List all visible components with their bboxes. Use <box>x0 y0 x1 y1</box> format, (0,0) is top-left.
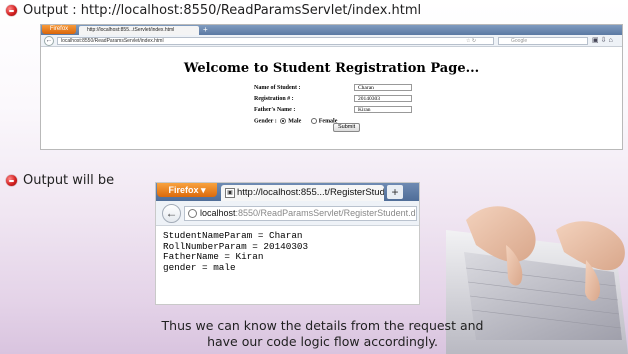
form-browser-screenshot: Firefox http://localhost:855...tServlet/… <box>40 24 623 150</box>
toolbar-icons[interactable]: ▣⇩⌂ <box>592 36 615 46</box>
back-arrow-icon[interactable]: ← <box>162 204 181 223</box>
tab-register-student[interactable]: http://localhost:855...t/RegisterStudent… <box>221 185 384 201</box>
back-arrow-icon[interactable]: ← <box>44 36 54 46</box>
form-page-body: Welcome to Student Registration Page... … <box>41 47 622 149</box>
bullet-icon <box>6 175 17 186</box>
label-father-name: Father's Name : <box>254 107 296 113</box>
registration-field[interactable]: 20140303 <box>354 95 412 102</box>
page-icon: ▣ <box>225 188 235 198</box>
globe-icon <box>188 209 197 218</box>
gender-row: Gender : Male Female <box>254 118 337 124</box>
nav-bar: ← localhost:8550/ReadParamsServlet/Regis… <box>156 201 419 226</box>
search-input[interactable]: Google <box>498 37 588 45</box>
caption-line-2: have our code logic flow accordingly. <box>207 334 438 349</box>
reload-icon[interactable]: ☆ ↻ <box>466 37 476 45</box>
radio-female[interactable] <box>310 118 317 124</box>
new-tab-button[interactable]: + <box>387 185 403 199</box>
new-tab-button[interactable]: + <box>203 25 208 35</box>
output-line: StudentNameParam = Charan <box>163 230 303 241</box>
servlet-output: StudentNameParam = Charan RollNumberPara… <box>156 226 419 278</box>
page-title: Welcome to Student Registration Page... <box>183 61 480 76</box>
url-host: localhost <box>200 208 236 218</box>
address-bar[interactable]: localhost:8550/ReadParamsServlet/Registe… <box>184 206 417 221</box>
father-name-field[interactable]: Kiran <box>354 106 412 113</box>
output-line: FatherName = Kiran <box>163 251 264 262</box>
gender-label: Gender : <box>254 118 277 125</box>
bullet-text: Output : http://localhost:8550/ReadParam… <box>23 3 422 18</box>
student-name-field[interactable]: Charan <box>354 84 412 91</box>
bullet-output-will-be: Output will be <box>6 173 114 188</box>
caption-line-1: Thus we can know the details from the re… <box>161 318 484 333</box>
caption: Thus we can know the details from the re… <box>150 318 495 350</box>
firefox-menu-button[interactable]: Firefox <box>42 25 76 34</box>
label-registration: Registration # : <box>254 96 294 102</box>
bullet-text: Output will be <box>23 173 115 188</box>
nav-bar: ← localhost:8550/ReadParamsServlet/index… <box>41 35 622 47</box>
bullet-output-url: Output : http://localhost:8550/ReadParam… <box>6 3 421 18</box>
bullet-icon <box>6 5 17 16</box>
radio-male[interactable] <box>280 118 287 124</box>
firefox-label: Firefox <box>168 185 199 195</box>
url-path: :8550/ReadParamsServlet/RegisterStudent.… <box>235 208 417 218</box>
tab-bar: Firefox http://localhost:855...tServlet/… <box>41 25 622 35</box>
address-bar[interactable]: localhost:8550/ReadParamsServlet/index.h… <box>57 37 494 45</box>
tab-index[interactable]: http://localhost:855...tServlet/index.ht… <box>79 26 199 35</box>
firefox-menu-button[interactable]: Firefox ▾ <box>157 183 217 197</box>
submit-button[interactable]: Submit <box>333 123 361 132</box>
label-student-name: Name of Student : <box>254 85 301 91</box>
radio-male-label: Male <box>288 118 302 125</box>
tab-bar: Firefox ▾ http://localhost:855...t/Regis… <box>156 183 419 201</box>
output-line: gender = male <box>163 261 236 273</box>
output-browser-screenshot: Firefox ▾ http://localhost:855...t/Regis… <box>155 182 420 305</box>
